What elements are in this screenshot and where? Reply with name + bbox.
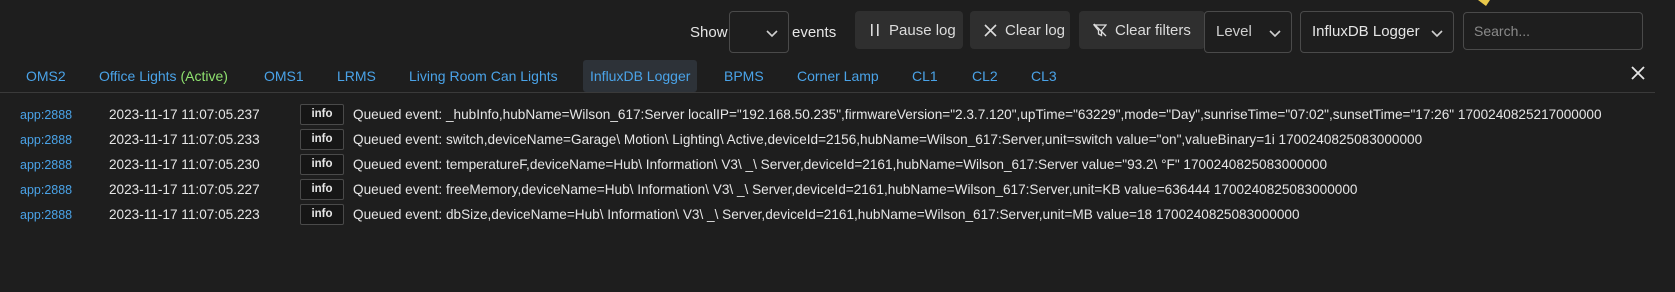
- log-source-link[interactable]: app:2888: [20, 158, 72, 172]
- tab-influxdb-logger[interactable]: InfluxDB Logger: [583, 60, 698, 92]
- log-source-link[interactable]: app:2888: [20, 108, 72, 122]
- tab-label: OMS1: [264, 68, 304, 84]
- log-source-link[interactable]: app:2888: [20, 133, 72, 147]
- app-filter-value: InfluxDB Logger: [1312, 23, 1420, 40]
- pause-log-label: Pause log: [889, 21, 956, 39]
- chevron-down-icon: [1269, 30, 1281, 38]
- tab-label: BPMS: [724, 68, 764, 84]
- pause-icon: [871, 24, 879, 36]
- tab-label: LRMS: [337, 68, 376, 84]
- log-timestamp: 2023-11-17 11:07:05.223: [109, 207, 260, 222]
- log-source-link[interactable]: app:2888: [20, 208, 72, 222]
- show-count-select[interactable]: [729, 11, 789, 53]
- level-select-value: Level: [1216, 23, 1252, 40]
- pause-log-button[interactable]: Pause log: [855, 11, 963, 49]
- cursor-fragment-icon: [1478, 0, 1490, 6]
- log-message: Queued event: _hubInfo,hubName=Wilson_61…: [353, 107, 1602, 122]
- log-timestamp: 2023-11-17 11:07:05.237: [109, 107, 260, 122]
- tab-lrms[interactable]: LRMS: [330, 60, 383, 92]
- log-message: Queued event: switch,deviceName=Garage\ …: [353, 132, 1423, 147]
- log-message: Queued event: dbSize,deviceName=Hub\ Inf…: [353, 207, 1300, 222]
- clear-log-label: Clear log: [1005, 21, 1066, 39]
- tab-label: Corner Lamp: [797, 68, 879, 84]
- tab-label: CL2: [972, 68, 998, 84]
- log-source-link[interactable]: app:2888: [20, 183, 72, 197]
- filter-off-icon: [1093, 23, 1107, 37]
- log-level-badge: info: [300, 204, 344, 225]
- tab-label: CL3: [1031, 68, 1057, 84]
- tab-label: Living Room Can Lights: [409, 68, 558, 84]
- tab-label: CL1: [912, 68, 938, 84]
- log-row: app:2888 2023-11-17 11:07:05.230 info Qu…: [0, 154, 1675, 178]
- tab-living-room-can-lights[interactable]: Living Room Can Lights: [402, 60, 565, 92]
- events-label: events: [792, 24, 837, 41]
- log-message: Queued event: freeMemory,deviceName=Hub\…: [353, 182, 1358, 197]
- active-status-label: (Active): [180, 68, 228, 84]
- log-timestamp: 2023-11-17 11:07:05.233: [109, 132, 260, 147]
- tab-oms1[interactable]: OMS1: [257, 60, 311, 92]
- log-timestamp: 2023-11-17 11:07:05.230: [109, 157, 260, 172]
- close-tabs-icon[interactable]: [1628, 63, 1648, 83]
- clear-log-button[interactable]: Clear log: [970, 11, 1070, 49]
- log-row: app:2888 2023-11-17 11:07:05.223 info Qu…: [0, 204, 1675, 228]
- tab-office-lights[interactable]: Office Lights (Active): [92, 60, 235, 92]
- search-input[interactable]: [1463, 12, 1643, 50]
- chevron-down-icon: [766, 30, 778, 38]
- app-tab-bar: OMS2 Office Lights (Active) OMS1 LRMS Li…: [0, 60, 1655, 93]
- tab-cl3[interactable]: CL3: [1024, 60, 1064, 92]
- tab-oms2[interactable]: OMS2: [19, 60, 73, 92]
- log-level-badge: info: [300, 129, 344, 150]
- log-timestamp: 2023-11-17 11:07:05.227: [109, 182, 260, 197]
- close-icon: [984, 23, 997, 37]
- tab-bpms[interactable]: BPMS: [717, 60, 771, 92]
- log-level-badge: info: [300, 179, 344, 200]
- log-level-badge: info: [300, 154, 344, 175]
- chevron-down-icon: [1431, 30, 1443, 38]
- log-row: app:2888 2023-11-17 11:07:05.227 info Qu…: [0, 179, 1675, 203]
- show-label: Show: [690, 24, 728, 41]
- log-level-badge: info: [300, 104, 344, 125]
- log-row: app:2888 2023-11-17 11:07:05.237 info Qu…: [0, 104, 1675, 128]
- tab-label: OMS2: [26, 68, 66, 84]
- log-row: app:2888 2023-11-17 11:07:05.233 info Qu…: [0, 129, 1675, 153]
- tab-corner-lamp[interactable]: Corner Lamp: [790, 60, 886, 92]
- app-filter-select[interactable]: InfluxDB Logger: [1300, 11, 1454, 53]
- log-message: Queued event: temperatureF,deviceName=Hu…: [353, 157, 1328, 172]
- tab-label: Office Lights: [99, 68, 177, 84]
- clear-filters-button[interactable]: Clear filters: [1079, 11, 1205, 49]
- level-select[interactable]: Level: [1204, 11, 1292, 53]
- tab-cl1[interactable]: CL1: [905, 60, 945, 92]
- tab-label: InfluxDB Logger: [590, 68, 691, 84]
- clear-filters-label: Clear filters: [1115, 21, 1191, 39]
- tab-cl2[interactable]: CL2: [965, 60, 1005, 92]
- log-toolbar: Show events Pause log Clear log Clear fi…: [0, 11, 1675, 53]
